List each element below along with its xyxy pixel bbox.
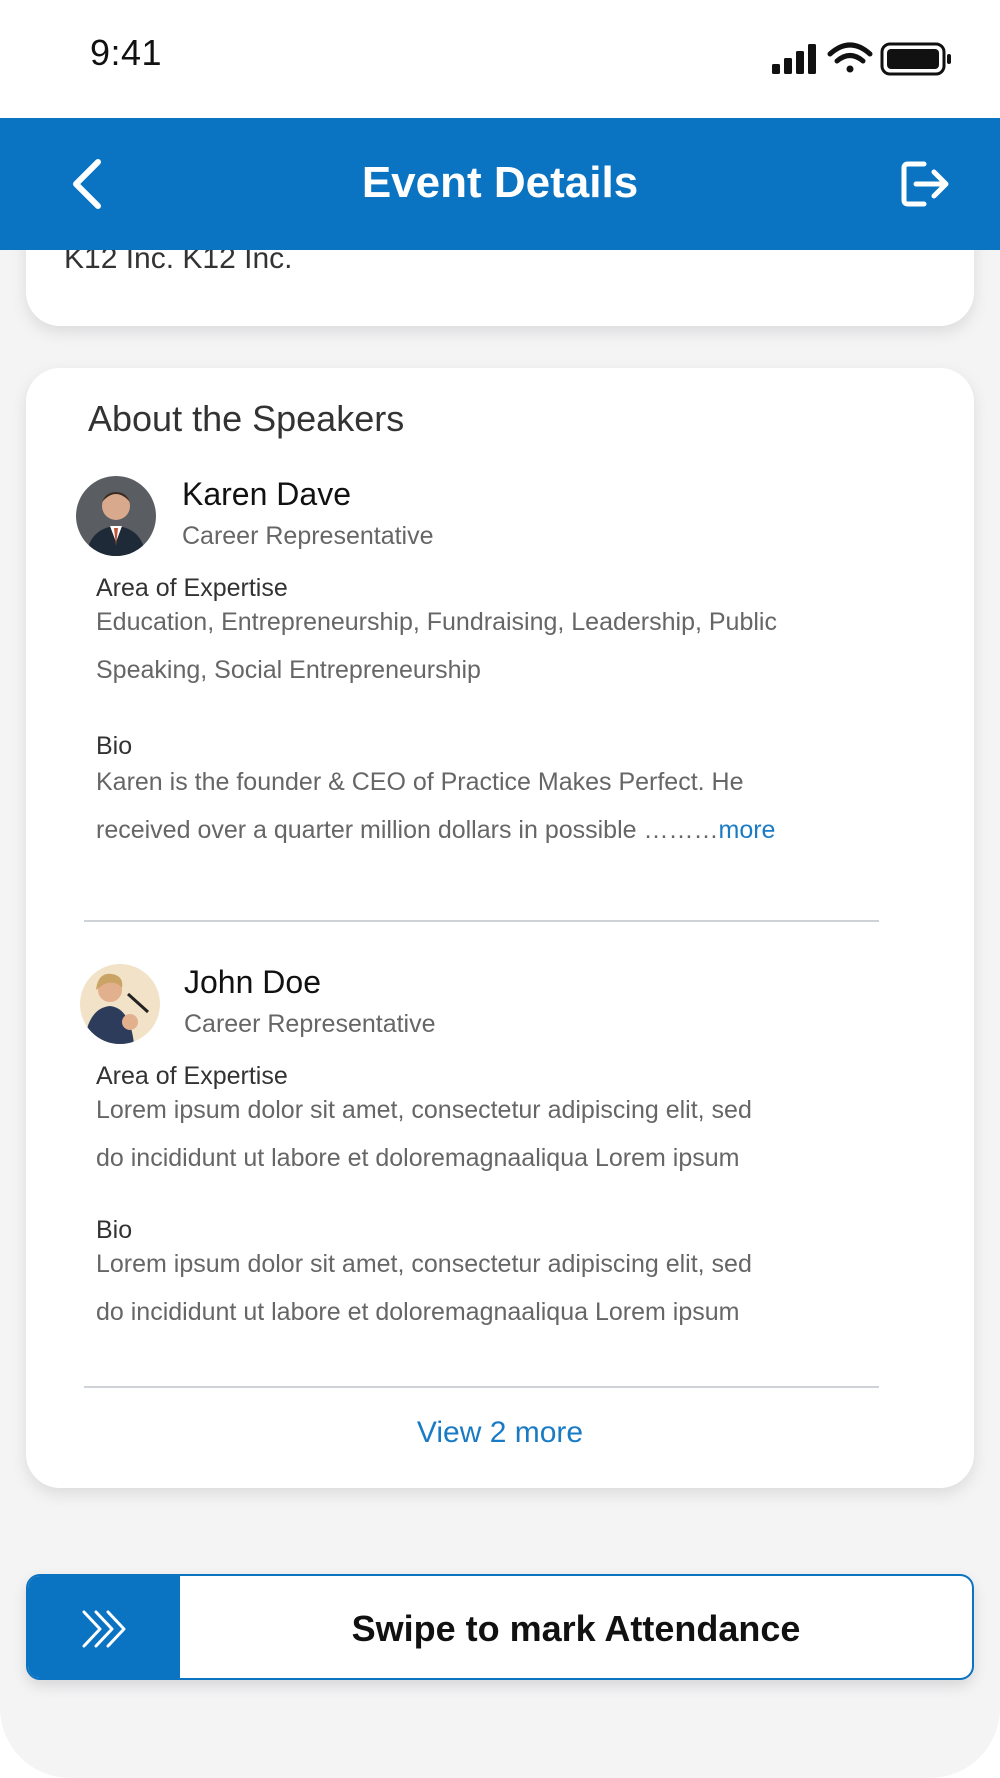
view-more-link[interactable]: View 2 more [26, 1416, 974, 1450]
expertise-line: do incididunt ut labore et doloremagnaal… [96, 1144, 740, 1172]
bio-label: Bio [96, 732, 133, 760]
bio-more-link[interactable]: more [719, 816, 776, 844]
wifi-icon [827, 42, 873, 73]
divider [84, 920, 879, 922]
triple-chevron-right-icon [82, 1610, 126, 1648]
speaker-photo [80, 964, 160, 1044]
speaker-role: Career Representative [184, 1010, 436, 1038]
logout-button[interactable] [884, 146, 960, 222]
expertise-line: Lorem ipsum dolor sit amet, consectetur … [96, 1096, 752, 1124]
speakers-card: About the Speakers Karen Dave Career Rep… [26, 368, 974, 1488]
speaker-role: Career Representative [182, 522, 434, 550]
speaker-name: Karen Dave [182, 476, 351, 512]
bio-line: Lorem ipsum dolor sit amet, consectetur … [96, 1250, 752, 1278]
divider [84, 1386, 879, 1388]
status-bar: 9:41 [0, 0, 1000, 118]
battery-icon [880, 42, 951, 76]
expertise-line: Speaking, Social Entrepreneurship [96, 656, 481, 684]
swipe-handle[interactable] [28, 1576, 180, 1678]
logout-icon [901, 161, 949, 207]
speaker-photo [76, 476, 156, 556]
expertise-text: Education, Entrepreneurship, Fundraising… [96, 598, 886, 694]
app-bar: Event Details [0, 118, 1000, 250]
status-icons [772, 42, 951, 76]
swipe-attendance-slider[interactable]: Swipe to mark Attendance [26, 1574, 974, 1680]
avatar[interactable] [80, 964, 160, 1044]
swipe-label: Swipe to mark Attendance [351, 1608, 801, 1649]
speaker-name: John Doe [184, 964, 321, 1000]
page-title: Event Details [361, 158, 639, 207]
bio-text: Karen is the founder & CEO of Practice M… [96, 758, 886, 854]
bio-text: Lorem ipsum dolor sit amet, consectetur … [96, 1240, 886, 1336]
signal-icon [772, 44, 816, 74]
section-title: About the Speakers [88, 398, 405, 439]
bio-line: received over a quarter million dollars … [96, 816, 719, 844]
expertise-line: Education, Entrepreneurship, Fundraising… [96, 608, 777, 636]
bio-line: Karen is the founder & CEO of Practice M… [96, 768, 744, 796]
expertise-text: Lorem ipsum dolor sit amet, consectetur … [96, 1086, 886, 1182]
avatar[interactable] [76, 476, 156, 556]
phone-screen: 9:41 Event Details K12 Inc. K12 Inc. Abo… [0, 0, 1000, 1778]
status-time: 9:41 [90, 32, 163, 73]
bio-line: do incididunt ut labore et doloremagnaal… [96, 1298, 740, 1326]
